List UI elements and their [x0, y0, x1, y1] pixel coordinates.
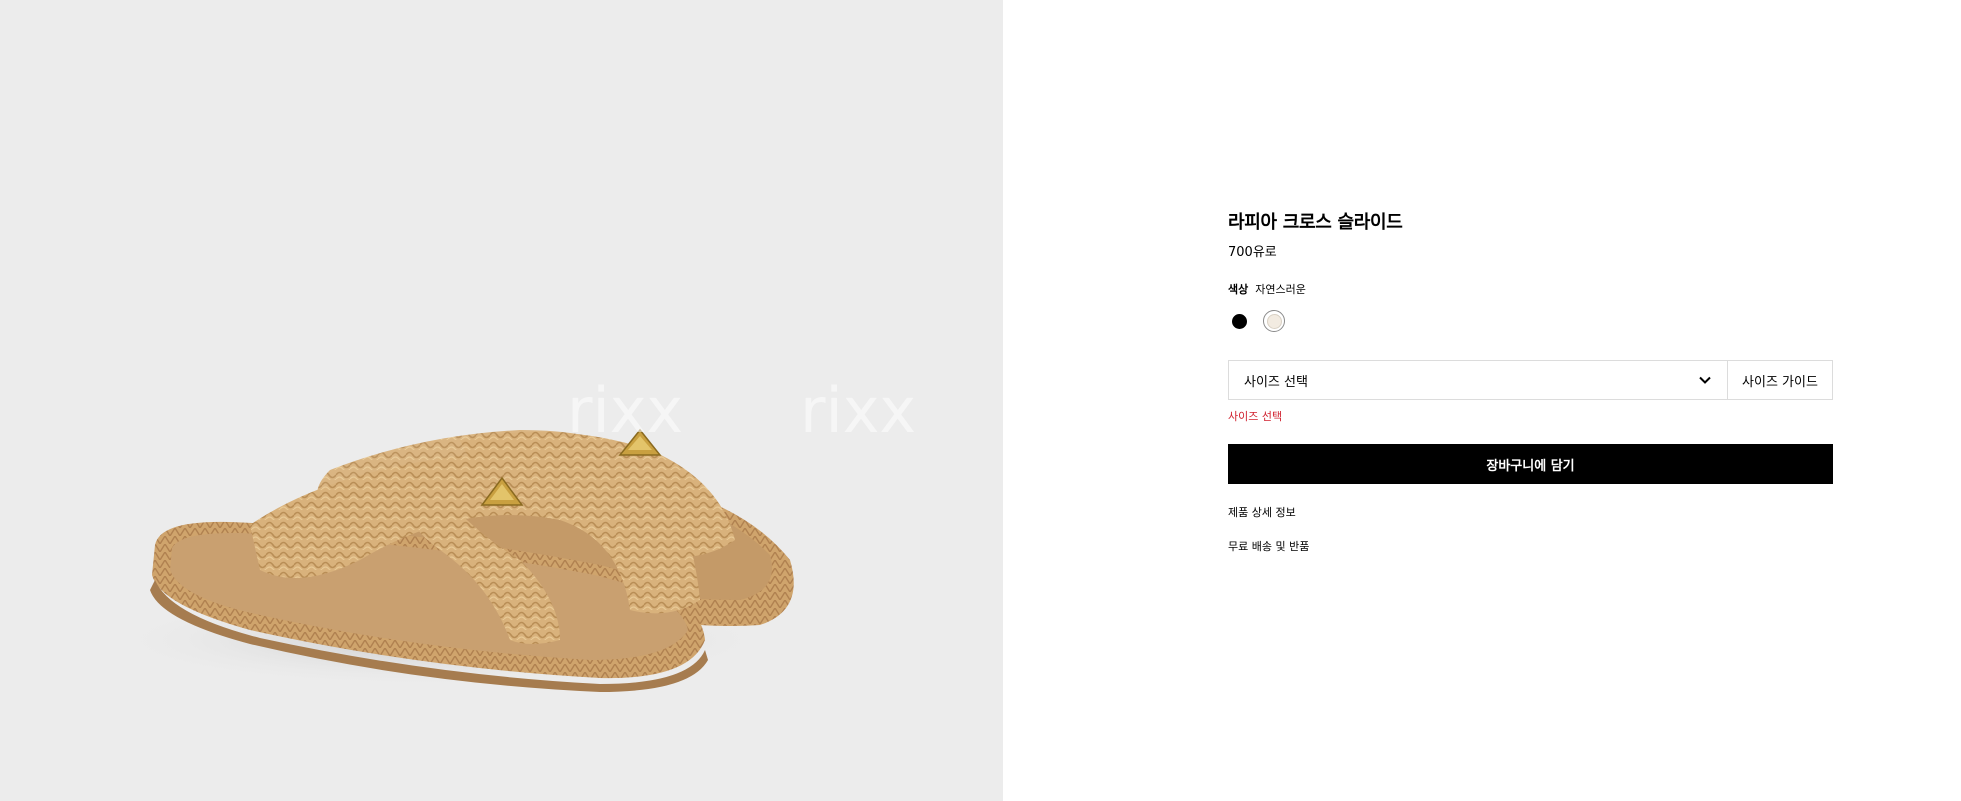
product-info-panel: 라피아 크로스 슬라이드 700유로 색상 자연스러운 사이즈 선택 사이즈 가… [1003, 0, 1961, 801]
color-swatch-natural[interactable] [1263, 310, 1285, 332]
color-swatch-black[interactable] [1228, 310, 1250, 332]
watermark-left: rixx [567, 374, 683, 447]
swatch-dot-natural [1266, 313, 1282, 329]
size-select-dropdown[interactable]: 사이즈 선택 [1229, 361, 1728, 399]
product-image-panel[interactable]: rixx rixx [0, 0, 1003, 801]
shipping-returns-link[interactable]: 무료 배송 및 반품 [1228, 538, 1309, 554]
product-title: 라피아 크로스 슬라이드 [1228, 212, 1403, 233]
product-image: rixx rixx [100, 374, 916, 692]
product-details-link[interactable]: 제품 상세 정보 [1228, 504, 1296, 520]
product-price: 700유로 [1228, 245, 1277, 260]
chevron-down-icon [1699, 373, 1711, 388]
size-guide-button[interactable]: 사이즈 가이드 [1728, 361, 1832, 399]
watermark-right: rixx [800, 374, 916, 447]
size-error-message: 사이즈 선택 [1228, 410, 1283, 423]
color-swatches [1228, 310, 1285, 332]
selected-color-name: 자연스러운 [1255, 283, 1306, 296]
color-label: 색상 [1228, 283, 1249, 296]
size-select-label: 사이즈 선택 [1244, 374, 1308, 390]
swatch-dot-black [1231, 313, 1247, 329]
size-selector: 사이즈 선택 사이즈 가이드 [1228, 360, 1833, 400]
add-to-cart-button[interactable]: 장바구니에 담기 [1228, 444, 1833, 484]
color-info: 색상 자연스러운 [1228, 281, 1306, 297]
